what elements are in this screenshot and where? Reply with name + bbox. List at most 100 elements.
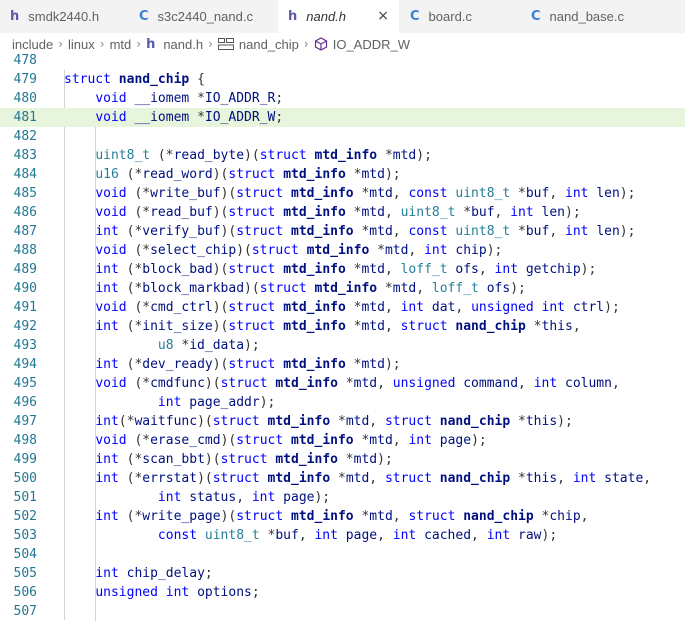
line-number: 500 [13,471,37,486]
breadcrumb-item-field[interactable]: IO_ADDR_W [333,37,410,52]
code-line[interactable]: 493 u8 *id_data); [0,336,685,355]
breadcrumb-item-file[interactable]: nand.h [163,37,203,52]
line-number: 485 [13,186,37,201]
code-line[interactable]: 485 void (*write_buf)(struct mtd_info *m… [0,184,685,203]
tab-label: smdk2440.h [28,9,100,24]
code-line[interactable]: 496 int page_addr); [0,393,685,412]
breadcrumb-item-mtd[interactable]: mtd [110,37,132,52]
code-line[interactable]: 505 int chip_delay; [0,564,685,583]
c-file-icon: C [531,9,541,24]
chevron-right-icon: › [303,37,309,51]
breadcrumb-item-include[interactable]: include [12,37,53,52]
line-number: 497 [13,414,37,429]
line-number: 501 [13,490,37,505]
line-number: 489 [13,262,37,277]
struct-icon [217,38,234,50]
chevron-right-icon: › [136,37,142,51]
tab-label: nand_base.c [549,9,624,24]
chevron-right-icon: › [58,37,64,51]
header-file-icon: h [146,36,156,52]
header-file-icon: h [288,9,298,24]
tab-board-c[interactable]: C board.c [399,0,519,33]
code-line[interactable]: 495 void (*cmdfunc)(struct mtd_info *mtd… [0,374,685,393]
code-line[interactable]: 506 unsigned int options; [0,583,685,602]
line-number: 488 [13,243,37,258]
breadcrumb-item-linux[interactable]: linux [68,37,95,52]
code-line[interactable]: 490 int (*block_markbad)(struct mtd_info… [0,279,685,298]
code-text: void (*write_buf)(struct mtd_info *mtd, … [95,186,636,201]
line-number: 492 [13,319,37,334]
code-text: int chip_delay; [95,566,213,581]
header-file-icon: h [10,9,20,24]
code-line[interactable]: 480 void __iomem *IO_ADDR_R; [0,89,685,108]
code-line[interactable]: 500 int (*errstat)(struct mtd_info *mtd,… [0,469,685,488]
code-text: void (*erase_cmd)(struct mtd_info *mtd, … [95,433,487,448]
line-number: 498 [13,433,37,448]
code-line[interactable]: 482 [0,127,685,146]
line-number: 484 [13,167,37,182]
code-text: unsigned int options; [95,585,260,600]
code-editor[interactable]: 478 479 struct nand_chip {480 void __iomem… [0,51,685,624]
code-line[interactable]: 497 int(*waitfunc)(struct mtd_info *mtd,… [0,412,685,431]
code-line[interactable]: 502 int (*write_page)(struct mtd_info *m… [0,507,685,526]
code-line[interactable]: 507 [0,602,685,621]
code-line[interactable]: 494 int (*dev_ready)(struct mtd_info *mt… [0,355,685,374]
tab-label: s3c2440_nand.c [157,9,253,24]
line-number: 480 [13,91,37,106]
code-text: int (*write_page)(struct mtd_info *mtd, … [95,509,589,524]
line-number: 499 [13,452,37,467]
code-text: int (*init_size)(struct mtd_info *mtd, s… [95,319,581,334]
line-number: 481 [13,110,37,125]
line-number: 507 [13,604,37,619]
code-line[interactable]: 503 const uint8_t *buf, int page, int ca… [0,526,685,545]
code-text: int (*errstat)(struct mtd_info *mtd, str… [95,471,652,486]
c-file-icon: C [139,9,149,24]
tab-label: nand.h [306,9,347,24]
close-icon[interactable]: × [377,8,389,24]
code-line[interactable]: 501 int status, int page); [0,488,685,507]
code-line[interactable]: 479 struct nand_chip { [0,70,685,89]
code-text: int (*block_bad)(struct mtd_info *mtd, l… [95,262,597,277]
code-line[interactable]: 486 void (*read_buf)(struct mtd_info *mt… [0,203,685,222]
line-number: 494 [13,357,37,372]
line-number: 479 [13,72,37,87]
line-number: 505 [13,566,37,581]
c-file-icon: C [410,9,420,24]
code-text: void __iomem *IO_ADDR_R; [95,91,284,106]
line-number: 478 [13,53,37,68]
tab-smdk2440-h[interactable]: h smdk2440.h [0,0,127,33]
tab-label: board.c [428,9,472,24]
code-line[interactable]: 478 [0,51,685,70]
breadcrumb-item-struct[interactable]: nand_chip [239,37,299,52]
line-number: 495 [13,376,37,391]
code-line[interactable]: 484 u16 (*read_word)(struct mtd_info *mt… [0,165,685,184]
line-number: 490 [13,281,37,296]
code-line[interactable]: 487 int (*verify_buf)(struct mtd_info *m… [0,222,685,241]
tab-s3c2440-nand-c[interactable]: C s3c2440_nand.c [127,0,278,33]
code-text: int (*scan_bbt)(struct mtd_info *mtd); [95,452,393,467]
line-number: 491 [13,300,37,315]
code-line[interactable]: 483 uint8_t (*read_byte)(struct mtd_info… [0,146,685,165]
tab-nand-base-c[interactable]: C nand_base.c [519,0,685,33]
code-line[interactable]: 499 int (*scan_bbt)(struct mtd_info *mtd… [0,450,685,469]
chevron-right-icon: › [208,37,213,51]
line-number: 486 [13,205,37,220]
code-text: void (*select_chip)(struct mtd_info *mtd… [95,243,503,258]
code-line[interactable]: 481 void __iomem *IO_ADDR_W; [0,108,685,127]
code-line[interactable]: 504 [0,545,685,564]
code-line[interactable]: 492 int (*init_size)(struct mtd_info *mt… [0,317,685,336]
code-line[interactable]: 488 void (*select_chip)(struct mtd_info … [0,241,685,260]
code-line[interactable]: 489 int (*block_bad)(struct mtd_info *mt… [0,260,685,279]
field-icon [314,37,327,51]
code-text: int status, int page); [157,490,331,505]
code-line[interactable]: 498 void (*erase_cmd)(struct mtd_info *m… [0,431,685,450]
code-text: int(*waitfunc)(struct mtd_info *mtd, str… [95,414,573,429]
code-line[interactable]: 491 void (*cmd_ctrl)(struct mtd_info *mt… [0,298,685,317]
code-text: int page_addr); [157,395,276,410]
line-number: 506 [13,585,37,600]
line-number: 502 [13,509,37,524]
code-text: int (*block_markbad)(struct mtd_info *mt… [95,281,526,296]
tab-nand-h[interactable]: h nand.h × [278,0,399,33]
line-number: 482 [13,129,37,144]
code-text: void (*cmd_ctrl)(struct mtd_info *mtd, i… [95,300,620,315]
